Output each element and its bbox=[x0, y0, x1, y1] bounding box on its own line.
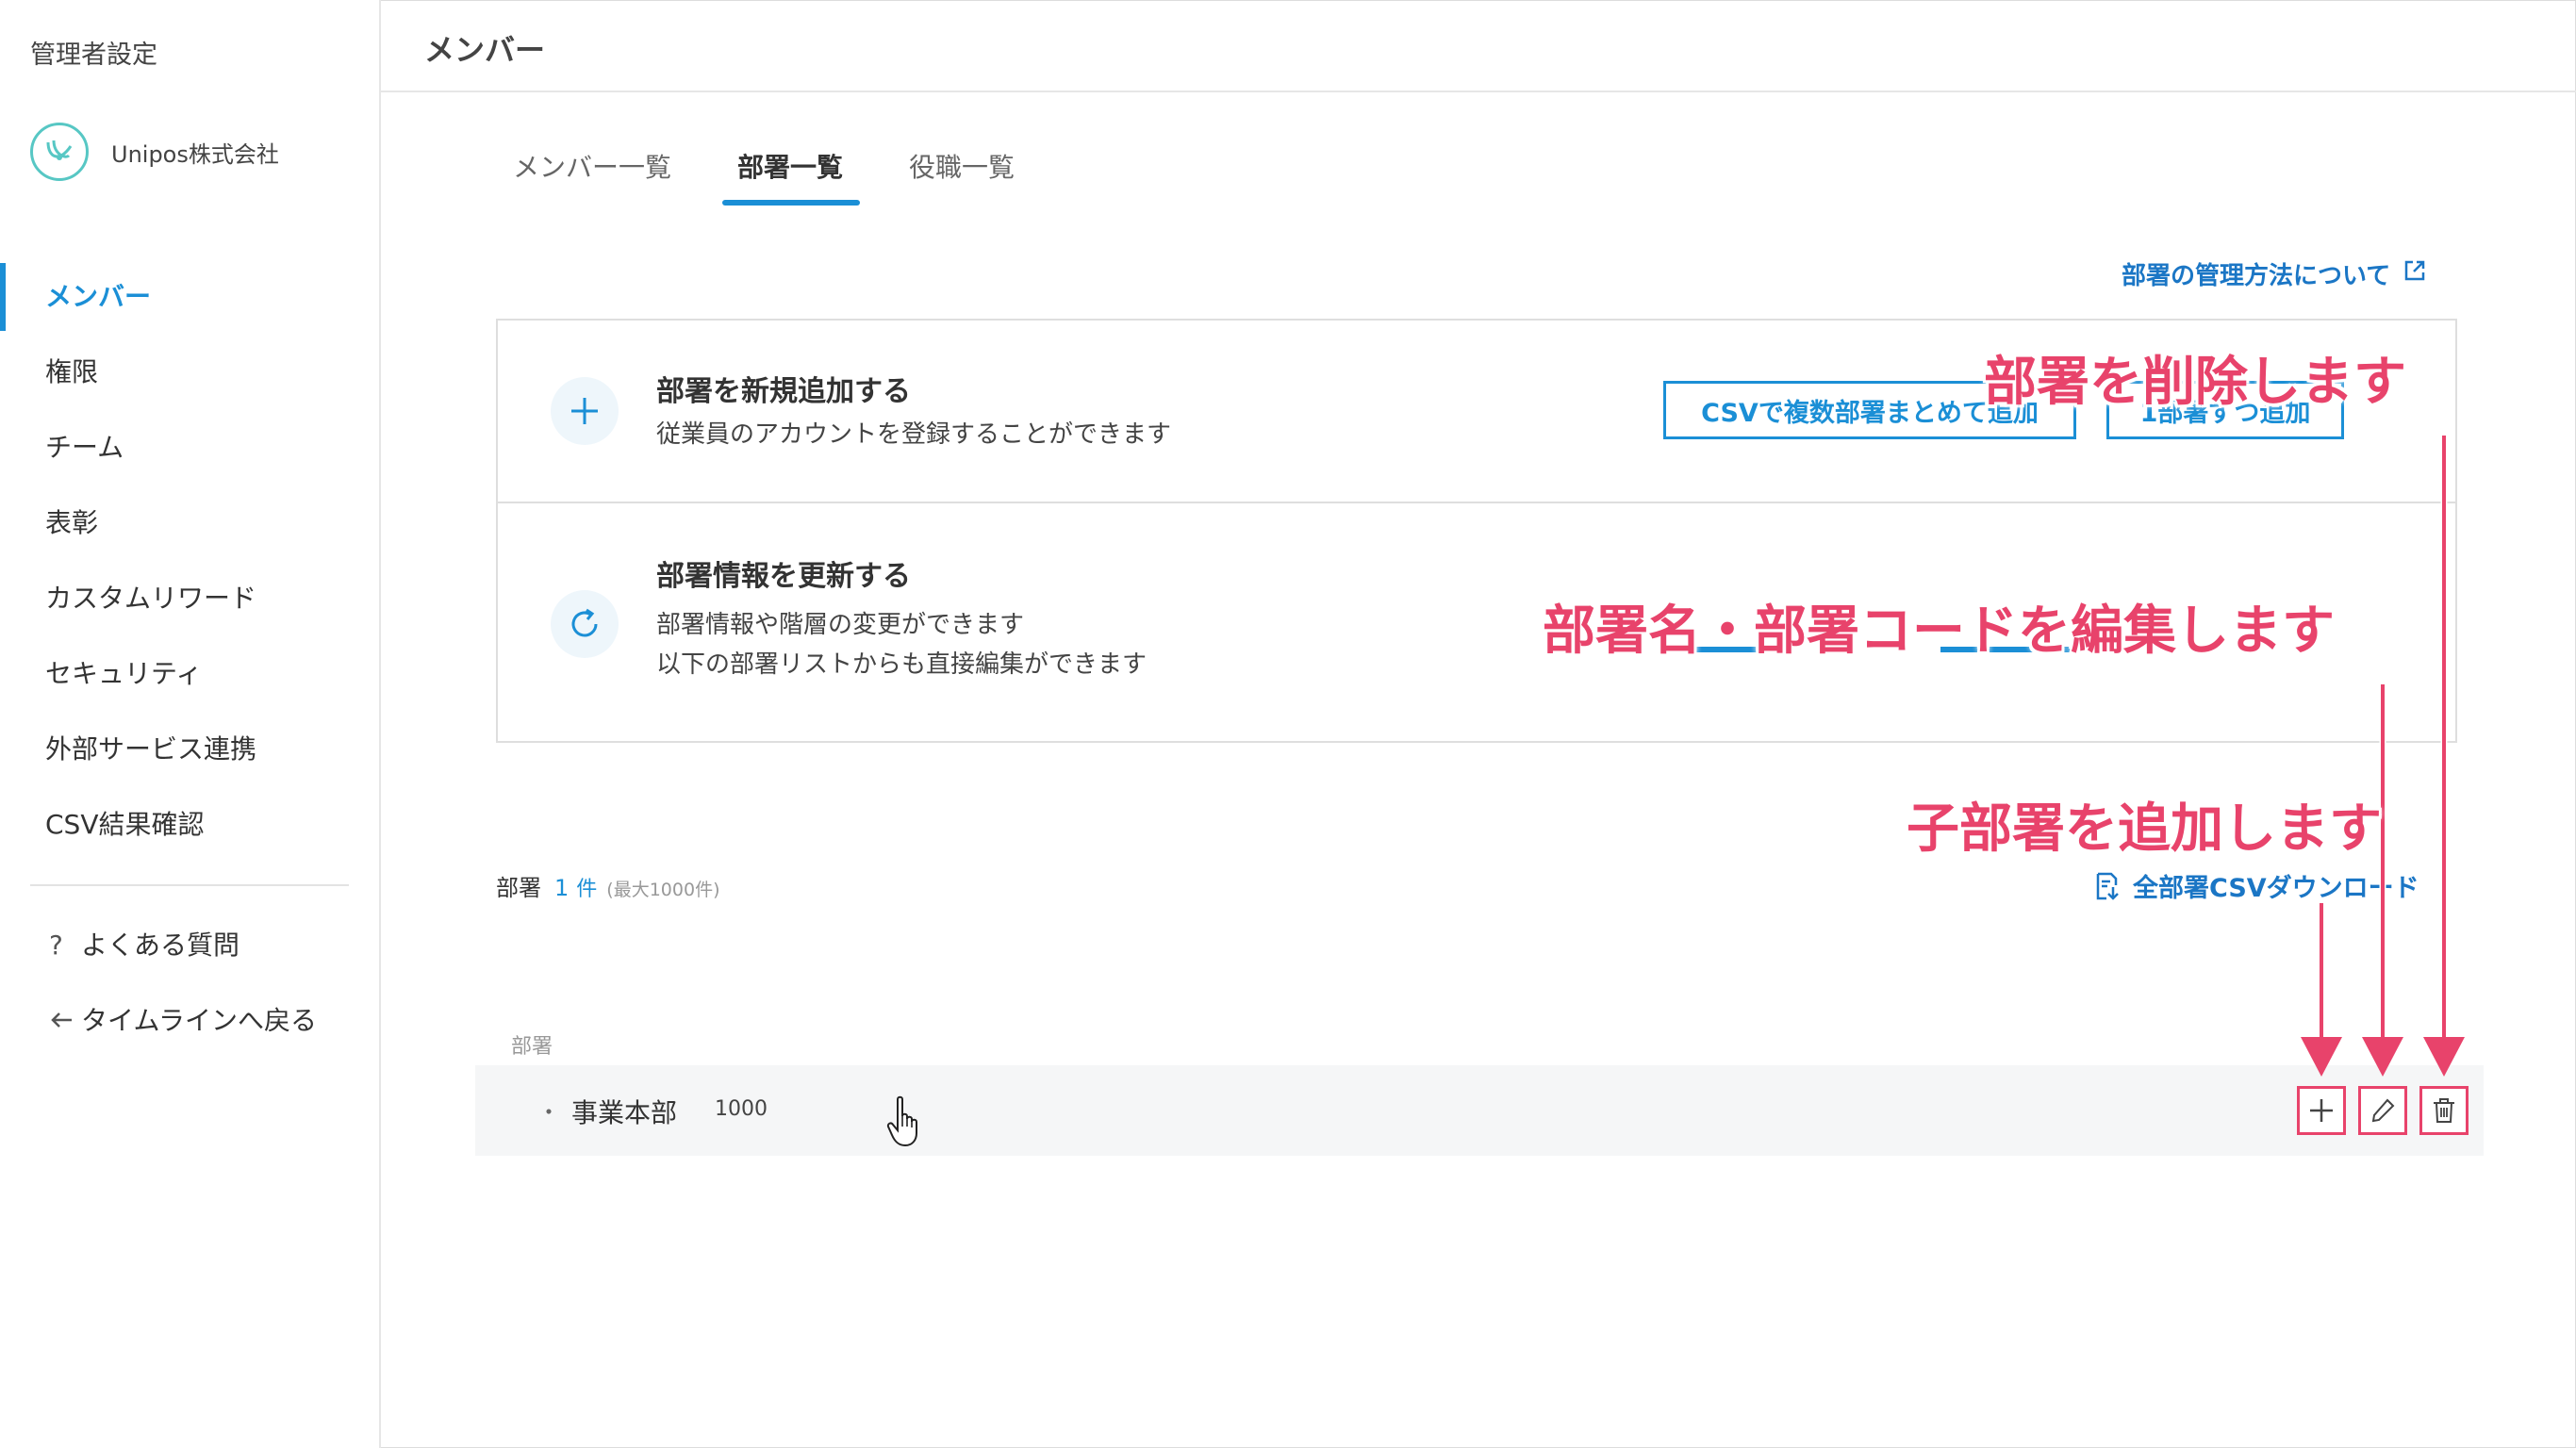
annotation-edit-department: 部署名・部署コードを編集します bbox=[1543, 601, 2335, 662]
annotation-arrows bbox=[2301, 436, 2465, 1077]
annotation-add-child-department: 子部署を追加します bbox=[1907, 798, 2382, 860]
annotation-delete-department: 部署を削除します bbox=[1984, 352, 2406, 413]
